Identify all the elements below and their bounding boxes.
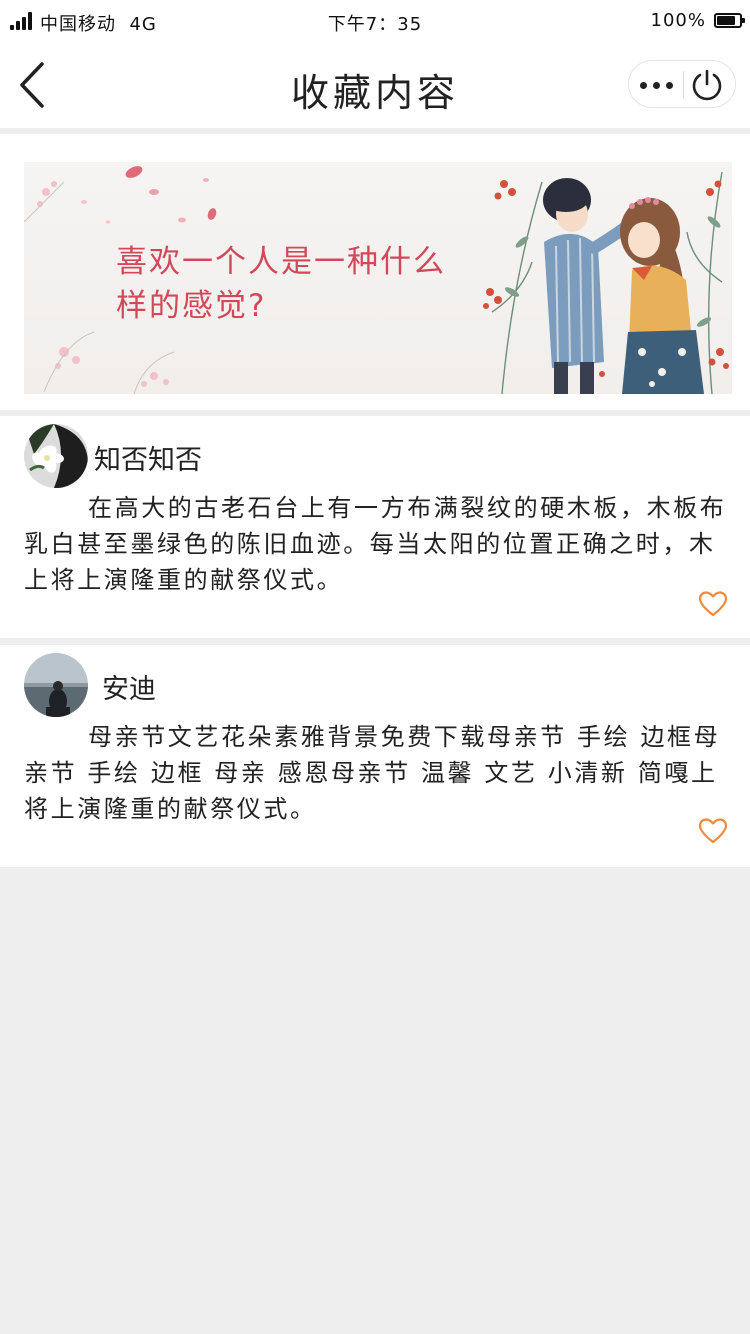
banner-section: 喜欢一个人是一种什么样的感觉? xyxy=(0,134,750,410)
capsule-divider xyxy=(683,71,684,98)
banner-card[interactable]: 喜欢一个人是一种什么样的感觉? xyxy=(24,162,732,394)
post-content: 母亲节文艺花朵素雅背景免费下载母亲节 手绘 边框母亲节 手绘 边框 母亲 感恩母… xyxy=(24,723,721,823)
avatar[interactable] xyxy=(24,653,88,717)
status-time: 下午7：35 xyxy=(327,14,423,35)
power-icon xyxy=(692,69,722,101)
battery-percent: 100% xyxy=(650,10,706,31)
status-bar: 中国移动 4G 下午7：35 100% xyxy=(0,0,750,42)
battery-icon xyxy=(714,13,745,28)
favorite-post: 知否知否 在高大的古老石台上有一方布满裂纹的硬木板，木板布乳白甚至墨绿色的陈旧血… xyxy=(0,416,750,638)
favorite-post: 安迪 母亲节文艺花朵素雅背景免费下载母亲节 手绘 边框母亲节 手绘 边框 母亲 … xyxy=(0,645,750,867)
like-button[interactable] xyxy=(698,590,728,618)
heart-outline-icon xyxy=(698,591,728,617)
avatar-flower-image xyxy=(24,424,88,488)
couple-illustration xyxy=(483,171,729,394)
banner-headline: 喜欢一个人是一种什么样的感觉? xyxy=(116,244,446,324)
more-button[interactable] xyxy=(629,61,683,107)
avatar-seaside-image xyxy=(24,653,88,717)
heart-outline-icon xyxy=(698,818,728,844)
author-name[interactable]: 知否知否 xyxy=(94,438,202,477)
close-miniapp-button[interactable] xyxy=(689,67,725,103)
post-content: 在高大的古老石台上有一方布满裂纹的硬木板，木板布乳白甚至墨绿色的陈旧血迹。每当太… xyxy=(24,494,727,594)
miniapp-capsule xyxy=(628,60,736,108)
nav-bar: 收藏内容 xyxy=(0,42,750,128)
author-name[interactable]: 安迪 xyxy=(102,667,156,706)
like-button[interactable] xyxy=(698,817,728,845)
avatar[interactable] xyxy=(24,424,88,488)
